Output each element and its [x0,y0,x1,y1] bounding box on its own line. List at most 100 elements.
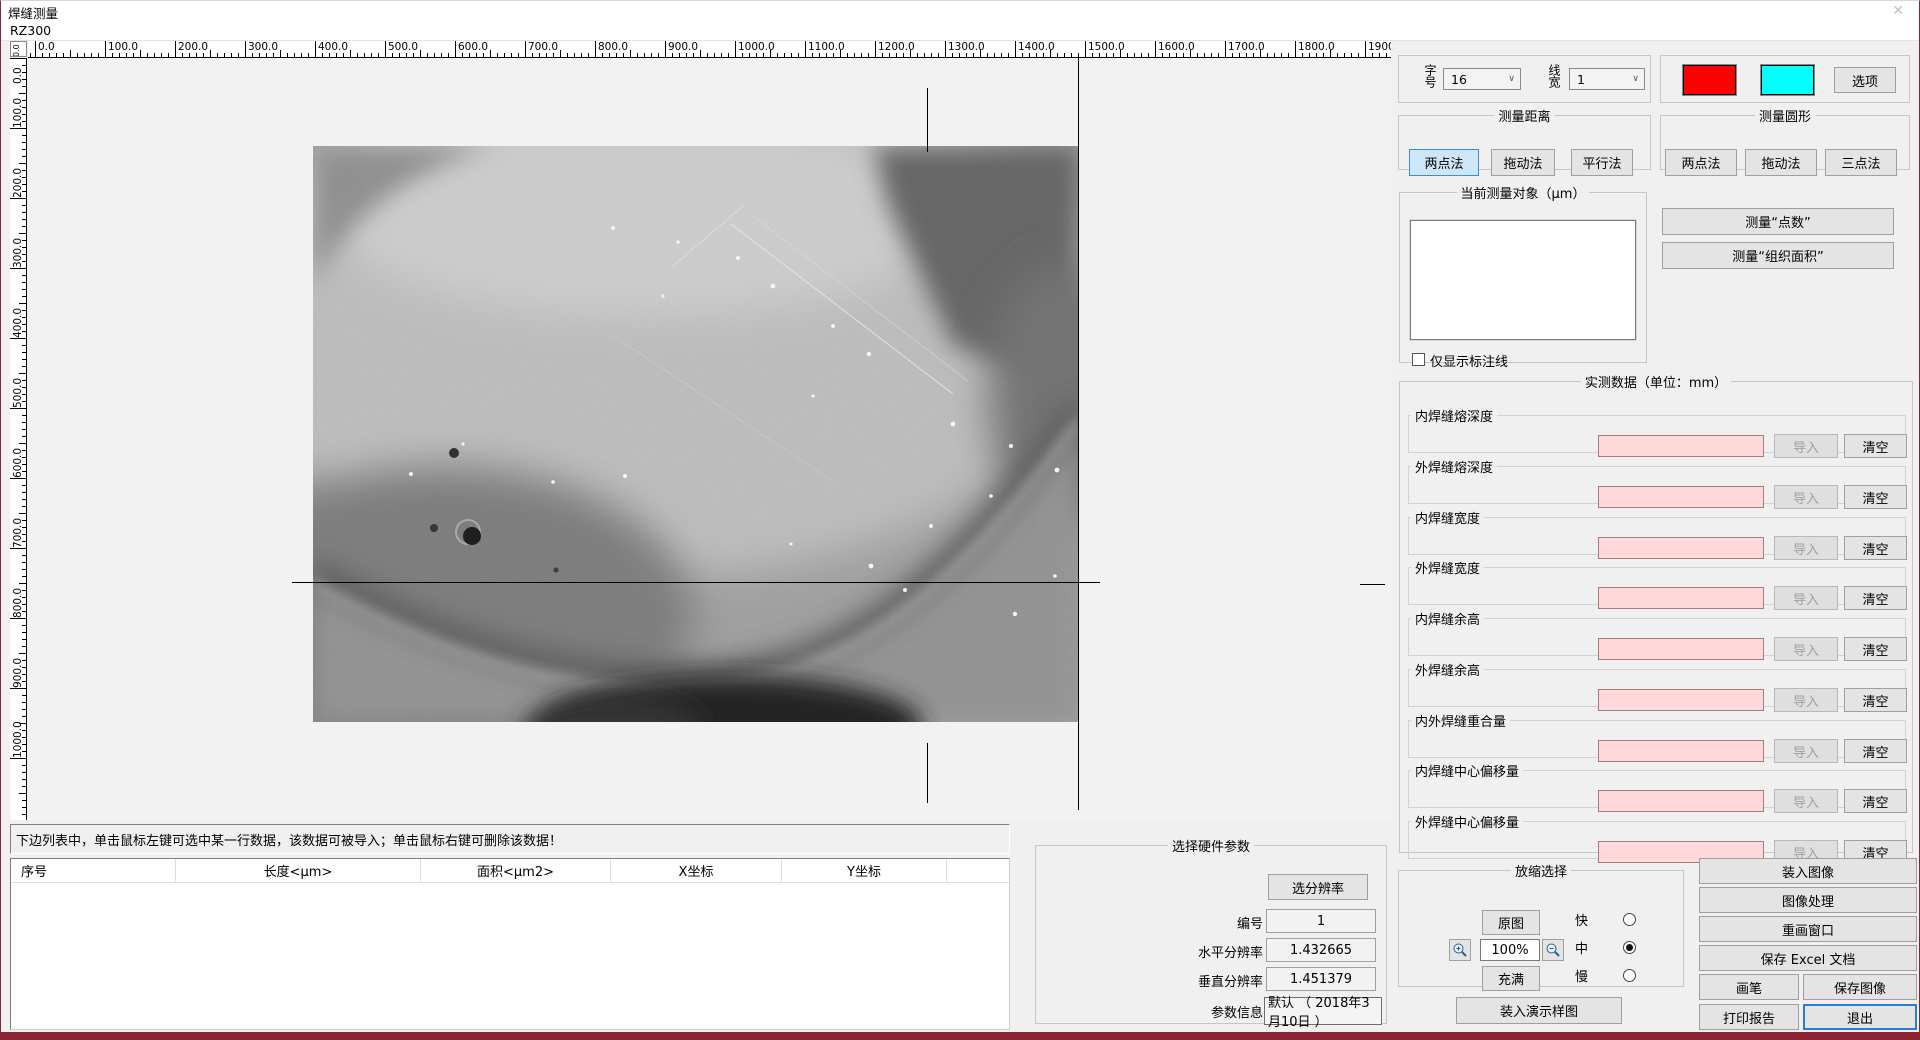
menu-item-rz300[interactable]: RZ300 [10,23,51,38]
show-annotation-checkbox[interactable] [1412,353,1425,366]
h-ruler-label: 1900.0 [1368,41,1391,53]
measured-value-input[interactable] [1598,740,1764,762]
options-button[interactable]: 选项 [1834,67,1896,93]
clear-button[interactable]: 清空 [1844,637,1907,661]
import-button[interactable]: 导入 [1774,586,1838,610]
font-size-select[interactable]: 16 [1443,68,1521,90]
secondary-color-swatch[interactable] [1761,65,1814,95]
clear-button[interactable]: 清空 [1844,434,1907,458]
measure-circle-method-button[interactable]: 三点法 [1825,149,1897,176]
h-ruler-label: 300.0 [248,41,278,53]
measure-distance-method-button[interactable]: 平行法 [1571,149,1633,176]
import-button[interactable]: 导入 [1774,536,1838,560]
clear-button[interactable]: 清空 [1844,688,1907,712]
table-column-header[interactable]: 长度<μm> [176,859,421,882]
measure-circle-method-button[interactable]: 拖动法 [1745,149,1817,176]
import-button[interactable]: 导入 [1774,434,1838,458]
primary-color-swatch[interactable] [1683,65,1736,95]
measured-value-input[interactable] [1598,587,1764,609]
measured-value-input[interactable] [1598,689,1764,711]
measured-value-input[interactable] [1598,486,1764,508]
select-resolution-button[interactable]: 选分辨率 [1268,874,1368,900]
zoom-in-button[interactable] [1449,939,1471,961]
hardware-field-value[interactable]: 默认 （ 2018年3月10日 ） [1264,997,1382,1025]
status-text: 下边列表中，单击鼠标左键可选中某一行数据，该数据可被导入；单击鼠标右键可删除该数… [16,830,562,849]
speed-label: 快 [1575,910,1588,929]
zoom-select-title: 放缩选择 [1511,861,1571,880]
import-button[interactable]: 导入 [1774,789,1838,813]
v-ruler-label: 300.0 [12,198,24,268]
v-ruler-label: 500.0 [12,338,24,408]
table-column-header[interactable]: X坐标 [611,859,782,882]
results-table[interactable]: 序号长度<μm>面积<μm2>X坐标Y坐标 [10,858,1010,1030]
current-object-listbox[interactable] [1410,220,1636,340]
table-column-header[interactable]: 序号 [11,859,176,882]
speed-radio[interactable] [1623,941,1636,954]
measured-value-input[interactable] [1598,435,1764,457]
speed-radio[interactable] [1623,913,1636,926]
h-ruler-label: 700.0 [528,41,558,53]
measured-data-row-label: 外焊缝熔深度 [1411,457,1497,476]
measured-data-row-label: 内焊缝宽度 [1411,508,1484,527]
zoom-percent-field[interactable]: 100% [1480,939,1540,961]
measured-value-input[interactable] [1598,790,1764,812]
v-ruler-major-tick [10,758,26,759]
measured-value-input[interactable] [1598,638,1764,660]
clear-button[interactable]: 清空 [1844,536,1907,560]
measure-distance-title: 测量距离 [1494,106,1554,125]
h-ruler-major-tick [35,41,36,57]
h-ruler-major-tick [525,41,526,57]
table-column-header[interactable]: Y坐标 [782,859,947,882]
zoom-select-group: 放缩选择 原图 100% 充满 快中慢 [1398,861,1684,987]
hardware-params-group: 选择硬件参数 选分辨率 编号1水平分辨率1.432665垂直分辨率1.45137… [1035,836,1387,1024]
import-button[interactable]: 导入 [1774,688,1838,712]
v-ruler-label: 1000.0 [12,688,24,758]
v-ruler-label: 900.0 [12,618,24,688]
load-demo-image-button[interactable]: 装入演示样图 [1456,997,1622,1024]
measured-value-input[interactable] [1598,537,1764,559]
v-ruler-label: 600.0 [12,408,24,478]
import-button[interactable]: 导入 [1774,637,1838,661]
current-object-title: 当前测量对象（μm） [1457,183,1590,202]
action-button[interactable]: 保存图像 [1803,974,1917,1000]
zoom-out-button[interactable] [1542,939,1564,961]
measure-circle-method-button[interactable]: 两点法 [1665,149,1737,176]
h-ruler-major-tick [175,41,176,57]
action-button[interactable]: 重画窗口 [1699,916,1917,942]
guide-vline-long [1078,58,1079,810]
h-ruler-major-tick [595,41,596,57]
fit-button[interactable]: 充满 [1482,966,1540,991]
weld-specimen-image[interactable] [313,146,1079,722]
measured-data-row: 内焊缝宽度导入清空 [1408,508,1906,555]
current-object-group: 当前测量对象（μm） 仅显示标注线 [1399,183,1647,363]
speed-radio[interactable] [1623,969,1636,982]
measure-circle-group: 测量圆形 两点法拖动法三点法 [1660,106,1910,170]
clear-button[interactable]: 清空 [1844,739,1907,763]
h-ruler-major-tick [455,41,456,57]
h-ruler-label: 100.0 [108,41,138,53]
measure-area-button[interactable]: 测量“组织面积” [1662,242,1894,269]
measure-distance-method-button[interactable]: 拖动法 [1491,149,1555,176]
table-column-header[interactable]: 面积<μm2> [421,859,611,882]
color-options-group: 选项 [1660,55,1910,103]
weld-micrograph [313,146,1079,722]
clear-button[interactable]: 清空 [1844,586,1907,610]
measure-points-button[interactable]: 测量“点数” [1662,208,1894,235]
action-button[interactable]: 装入图像 [1699,858,1917,884]
original-size-button[interactable]: 原图 [1482,910,1540,935]
measure-distance-method-button[interactable]: 两点法 [1409,149,1479,176]
import-button[interactable]: 导入 [1774,739,1838,763]
hardware-field-value: 1.451379 [1266,967,1376,991]
action-button[interactable]: 图像处理 [1699,887,1917,913]
import-button[interactable]: 导入 [1774,485,1838,509]
h-ruler-label: 1400.0 [1018,41,1055,53]
line-width-select[interactable]: 1 [1569,68,1645,90]
clear-button[interactable]: 清空 [1844,485,1907,509]
close-icon[interactable]: ✕ [1892,3,1904,19]
h-ruler-major-tick [945,41,946,57]
clear-button[interactable]: 清空 [1844,789,1907,813]
action-button[interactable]: 画笔 [1699,974,1799,1000]
action-button[interactable]: 退出 [1803,1004,1917,1030]
action-button[interactable]: 打印报告 [1699,1004,1799,1030]
action-button[interactable]: 保存 Excel 文档 [1699,945,1917,971]
